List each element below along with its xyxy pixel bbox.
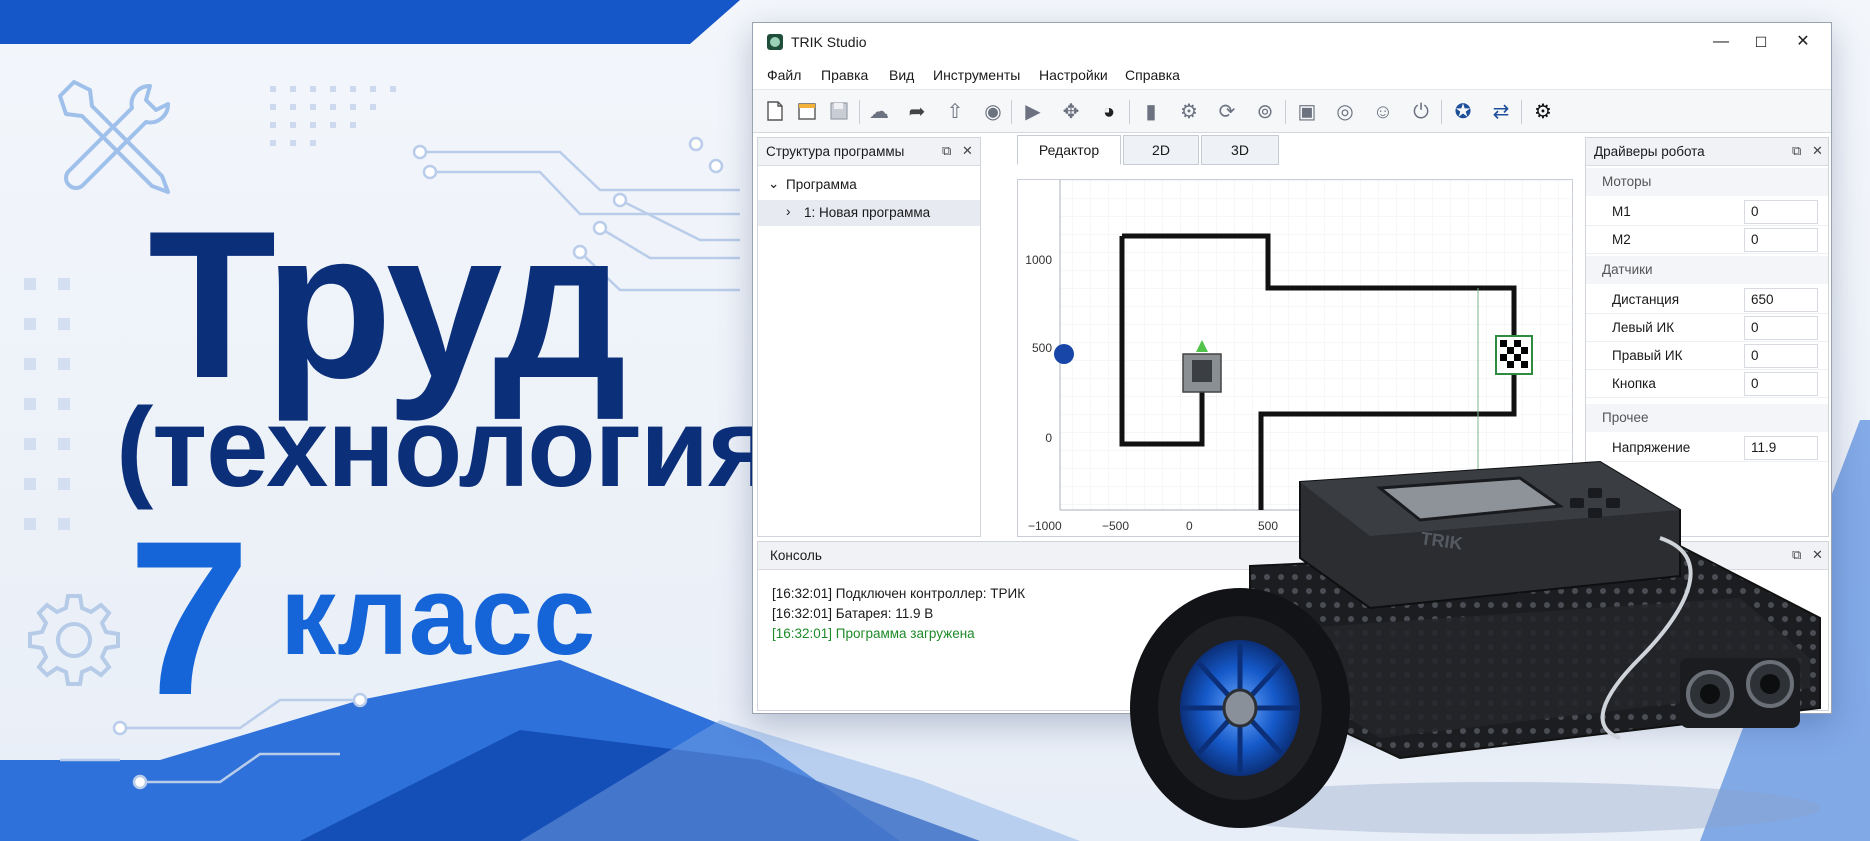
tree-item-label: 1: Новая программа bbox=[804, 205, 931, 220]
tab-3d[interactable]: 3D bbox=[1201, 135, 1279, 165]
section-other: Прочее bbox=[1586, 404, 1828, 432]
run-icon[interactable]: ▶ bbox=[1021, 100, 1045, 124]
shutdown-icon[interactable]: ⏻ bbox=[1409, 100, 1433, 124]
new-diagram-icon[interactable] bbox=[795, 100, 819, 124]
dot-grid-top bbox=[270, 86, 396, 146]
float-icon[interactable]: ⧉ bbox=[1792, 143, 1801, 159]
upload-icon[interactable]: ☁ bbox=[867, 100, 891, 124]
menu-edit[interactable]: Правка bbox=[821, 67, 868, 83]
y-tick-label: 1000 bbox=[1025, 253, 1052, 267]
program-structure-title: Структура программы bbox=[766, 144, 905, 159]
section-motors: Моторы bbox=[1586, 168, 1828, 196]
close-panel-icon[interactable]: ✕ bbox=[1812, 143, 1823, 159]
maximize-button[interactable]: ☐ bbox=[1741, 29, 1781, 55]
settings-active-icon[interactable]: ⚙ bbox=[1531, 100, 1555, 124]
prop-row-m1: M1 0 bbox=[1586, 198, 1828, 226]
sync-icon[interactable]: ⇄ bbox=[1489, 100, 1513, 124]
start-marker bbox=[1054, 344, 1074, 364]
float-icon[interactable]: ⧉ bbox=[942, 143, 951, 159]
wheel bbox=[1130, 588, 1350, 828]
close-panel-icon[interactable]: ✕ bbox=[962, 143, 973, 159]
minimize-button[interactable]: — bbox=[1701, 29, 1741, 55]
program-structure-header: Структура программы ⧉ ✕ bbox=[758, 138, 980, 166]
menu-file[interactable]: Файл bbox=[767, 67, 801, 83]
prop-label: Правый ИК bbox=[1612, 348, 1683, 363]
prop-value-left-ir[interactable]: 0 bbox=[1744, 316, 1818, 340]
y-tick-label: 500 bbox=[1032, 341, 1052, 355]
close-button[interactable]: ✕ bbox=[1783, 29, 1823, 55]
gear-icon[interactable]: ⚙ bbox=[1177, 100, 1201, 124]
prop-row-right-ir: Правый ИК 0 bbox=[1586, 342, 1828, 370]
menu-view[interactable]: Вид bbox=[889, 67, 914, 83]
trik-robot-image: TRIK bbox=[1130, 460, 1821, 834]
robot-drivers-header: Драйверы робота ⧉ ✕ bbox=[1586, 138, 1828, 166]
prop-value-voltage[interactable]: 11.9 bbox=[1744, 436, 1818, 460]
hero-subtitle: (технология) bbox=[116, 385, 810, 510]
console-line: [16:32:01] Программа загружена bbox=[772, 626, 975, 641]
prop-label: Напряжение bbox=[1612, 440, 1691, 455]
menu-tools[interactable]: Инструменты bbox=[933, 67, 1020, 83]
connect-icon[interactable]: ⇧ bbox=[943, 100, 967, 124]
image-icon[interactable]: ▣ bbox=[1295, 100, 1319, 124]
robot-arrow-icon[interactable]: ✥ bbox=[1059, 100, 1083, 124]
collapse-arrow-icon[interactable]: › bbox=[786, 204, 791, 219]
console-line: [16:32:01] Батарея: 11.9 В bbox=[772, 606, 934, 621]
prop-label: Дистанция bbox=[1612, 292, 1680, 307]
eye-icon[interactable]: ◉ bbox=[981, 100, 1005, 124]
prop-value-m1[interactable]: 0 bbox=[1744, 200, 1818, 224]
y-tick-label: 0 bbox=[1045, 431, 1052, 445]
x-tick-label: −1000 bbox=[1028, 519, 1062, 533]
dot-grid-left bbox=[24, 278, 70, 530]
prop-value-right-ir[interactable]: 0 bbox=[1744, 344, 1818, 368]
refresh-icon[interactable]: ⟳ bbox=[1215, 100, 1239, 124]
reset-icon[interactable]: ⊚ bbox=[1253, 100, 1277, 124]
prop-value-button[interactable]: 0 bbox=[1744, 372, 1818, 396]
prop-row-m2: M2 0 bbox=[1586, 226, 1828, 254]
tab-2d[interactable]: 2D bbox=[1123, 135, 1199, 165]
prop-label: Левый ИК bbox=[1612, 320, 1675, 335]
prop-value-distance[interactable]: 650 bbox=[1744, 288, 1818, 312]
panel-icon[interactable]: ▮ bbox=[1139, 100, 1163, 124]
title-bar: TRIK Studio — ☐ ✕ bbox=[753, 23, 1831, 61]
prop-value-m2[interactable]: 0 bbox=[1744, 228, 1818, 252]
menu-help[interactable]: Справка bbox=[1125, 67, 1180, 83]
program-structure-panel: Структура программы ⧉ ✕ ⌄ Программа › 1:… bbox=[757, 137, 981, 537]
prop-label: M2 bbox=[1612, 232, 1631, 247]
top-band bbox=[0, 0, 740, 44]
prop-label: Кнопка bbox=[1612, 376, 1656, 391]
gear-outline-icon bbox=[28, 594, 120, 686]
save-icon[interactable] bbox=[827, 100, 851, 124]
hero-grade-label: класс bbox=[280, 553, 596, 678]
window-title: TRIK Studio bbox=[791, 34, 867, 50]
expand-arrow-icon[interactable]: ⌄ bbox=[768, 176, 779, 192]
hero-grade-number: 7 bbox=[128, 495, 251, 741]
redo-icon[interactable]: ➦ bbox=[905, 100, 929, 124]
menu-settings[interactable]: Настройки bbox=[1039, 67, 1108, 83]
prop-label: M1 bbox=[1612, 204, 1631, 219]
trik-icon[interactable]: ✪ bbox=[1451, 100, 1475, 124]
section-sensors: Датчики bbox=[1586, 256, 1828, 284]
robot-control-icon[interactable]: ◕ bbox=[1097, 100, 1121, 124]
prop-row-left-ir: Левый ИК 0 bbox=[1586, 314, 1828, 342]
hero-title: Труд bbox=[148, 187, 627, 422]
new-file-icon[interactable] bbox=[763, 100, 787, 124]
menu-bar: Файл Правка Вид Инструменты Настройки Сп… bbox=[753, 61, 1831, 89]
target2-icon[interactable]: ☺ bbox=[1371, 100, 1395, 124]
app-logo-icon bbox=[767, 34, 783, 50]
tree-item-new-program[interactable]: › 1: Новая программа bbox=[758, 200, 980, 226]
prop-row-button: Кнопка 0 bbox=[1586, 370, 1828, 398]
ultrasonic-sensor bbox=[1680, 658, 1800, 728]
console-line: [16:32:01] Подключен контроллер: ТРИК bbox=[772, 586, 1026, 601]
tree-item-program[interactable]: ⌄ Программа bbox=[758, 172, 980, 198]
tree-item-label: Программа bbox=[786, 177, 857, 192]
toolbar: ☁ ➦ ⇧ ◉ ▶ ✥ ◕ ▮ ⚙ ⟳ ⊚ ▣ ◎ ☺ ⏻ ✪ ⇄ ⚙ bbox=[753, 89, 1831, 133]
robot-drivers-title: Драйверы робота bbox=[1594, 144, 1705, 159]
target-icon[interactable]: ◎ bbox=[1333, 100, 1357, 124]
tab-editor[interactable]: Редактор bbox=[1017, 135, 1121, 165]
finish-flag bbox=[1495, 335, 1533, 375]
console-title: Консоль bbox=[770, 548, 822, 563]
prop-row-distance: Дистанция 650 bbox=[1586, 286, 1828, 314]
